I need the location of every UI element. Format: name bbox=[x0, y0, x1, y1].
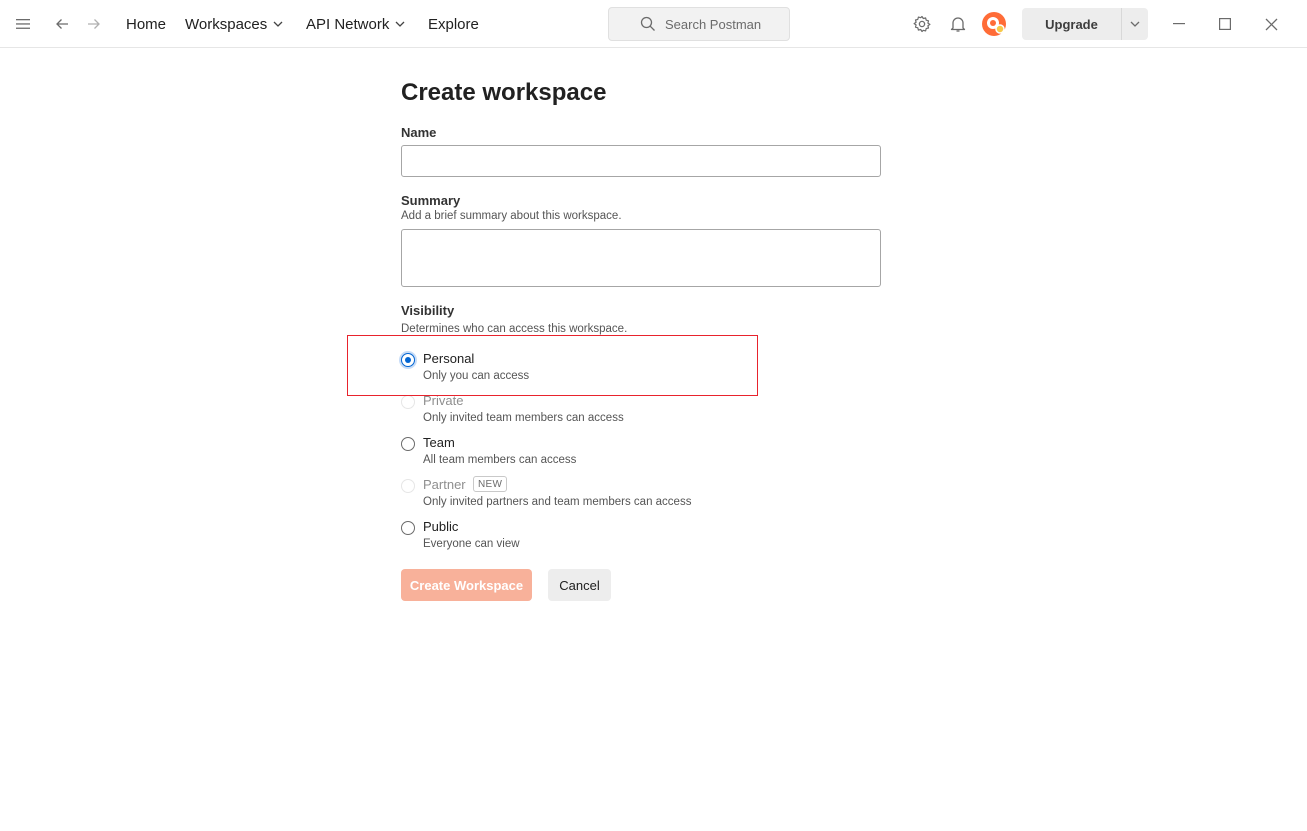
window-close-icon[interactable] bbox=[1257, 10, 1285, 38]
radio-label: Personal bbox=[423, 351, 475, 366]
new-badge: NEW bbox=[473, 476, 508, 492]
radio-description: Only you can access bbox=[423, 370, 530, 382]
summary-label: Summary bbox=[401, 193, 461, 208]
arrow-left-icon[interactable] bbox=[48, 10, 76, 38]
visibility-option-partner: Partner NEW Only invited partners and te… bbox=[401, 476, 881, 513]
visibility-help-text: Determines who can access this workspace… bbox=[401, 323, 628, 335]
radio-description: All team members can access bbox=[423, 454, 577, 466]
radio-label: Private bbox=[423, 393, 464, 408]
visibility-label: Visibility bbox=[401, 303, 455, 318]
summary-field[interactable] bbox=[401, 229, 881, 287]
search-icon bbox=[640, 16, 655, 31]
nav-api-network[interactable]: API Network bbox=[306, 14, 405, 34]
upgrade-button[interactable]: Upgrade bbox=[1022, 8, 1121, 40]
radio-button[interactable] bbox=[401, 437, 415, 451]
chevron-down-icon bbox=[395, 21, 405, 27]
window-minimize-icon[interactable] bbox=[1165, 10, 1193, 38]
radio-description: Only invited team members can access bbox=[423, 412, 624, 424]
nav-workspaces-label: Workspaces bbox=[185, 15, 268, 33]
top-bar: Home Workspaces API Network Explore Sear… bbox=[0, 0, 1307, 48]
chevron-down-icon bbox=[1130, 21, 1140, 27]
radio-label: Team bbox=[423, 435, 455, 450]
bell-icon[interactable] bbox=[944, 10, 972, 38]
cancel-button[interactable]: Cancel bbox=[548, 569, 611, 601]
nav-home-label: Home bbox=[126, 15, 167, 33]
gear-icon[interactable] bbox=[908, 10, 936, 38]
name-label: Name bbox=[401, 125, 437, 140]
nav-explore[interactable]: Explore bbox=[428, 14, 479, 34]
visibility-option-personal[interactable]: Personal Only you can access bbox=[401, 351, 881, 387]
nav-home[interactable]: Home bbox=[126, 14, 166, 34]
nav-workspaces[interactable]: Workspaces bbox=[185, 14, 283, 34]
radio-button[interactable] bbox=[401, 521, 415, 535]
upgrade-button-group: Upgrade bbox=[1022, 8, 1148, 40]
visibility-option-team[interactable]: Team All team members can access bbox=[401, 435, 881, 471]
nav-api-network-label: API Network bbox=[306, 15, 390, 33]
chevron-down-icon bbox=[273, 21, 283, 27]
visibility-option-private: Private Only invited team members can ac… bbox=[401, 393, 881, 429]
radio-button bbox=[401, 395, 415, 409]
nav-explore-label: Explore bbox=[428, 15, 479, 33]
create-workspace-button[interactable]: Create Workspace bbox=[401, 569, 532, 601]
radio-description: Everyone can view bbox=[423, 538, 520, 550]
avatar[interactable] bbox=[980, 10, 1008, 38]
search-input[interactable]: Search Postman bbox=[608, 7, 790, 41]
radio-label: Public bbox=[423, 519, 459, 534]
search-placeholder: Search Postman bbox=[665, 16, 762, 32]
name-field[interactable] bbox=[401, 145, 881, 177]
arrow-right-icon[interactable] bbox=[80, 10, 108, 38]
radio-description: Only invited partners and team members c… bbox=[423, 496, 692, 508]
radio-label: Partner bbox=[423, 477, 466, 492]
window-maximize-icon[interactable] bbox=[1211, 10, 1239, 38]
summary-help-text: Add a brief summary about this workspace… bbox=[401, 210, 622, 222]
visibility-option-public[interactable]: Public Everyone can view bbox=[401, 519, 881, 555]
upgrade-menu-button[interactable] bbox=[1121, 8, 1148, 40]
page-title: Create workspace bbox=[401, 79, 607, 106]
radio-button[interactable] bbox=[401, 353, 415, 367]
radio-button bbox=[401, 479, 415, 493]
hamburger-menu-icon[interactable] bbox=[9, 10, 37, 38]
